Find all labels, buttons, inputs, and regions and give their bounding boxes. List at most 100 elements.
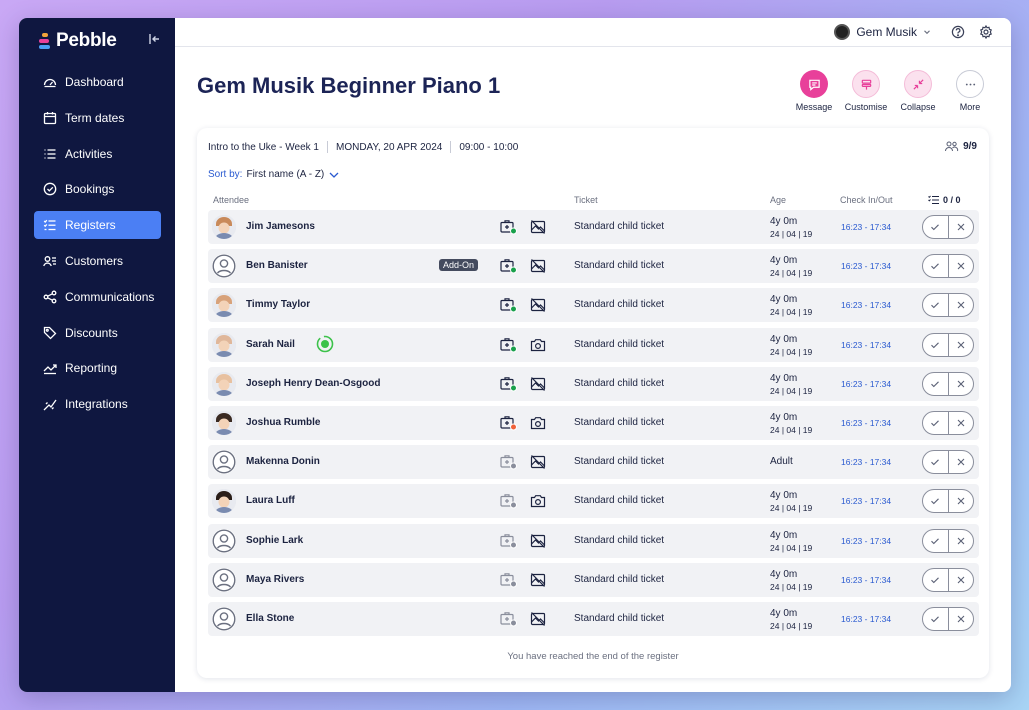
table-row[interactable]: Sophie Lark Standard child ticket 4y 0m 2… <box>208 523 979 558</box>
check-out-button[interactable] <box>949 569 974 591</box>
table-row[interactable]: Maya Rivers Standard child ticket 4y 0m 2… <box>208 562 979 597</box>
sidebar-item-bookings[interactable]: Bookings <box>34 175 161 203</box>
medical-icon[interactable] <box>500 219 518 235</box>
check-in-out-time[interactable]: 16:23 - 17:34 <box>841 261 891 271</box>
check-out-button[interactable] <box>949 334 974 356</box>
camera-icon[interactable] <box>530 337 546 353</box>
no-photo-icon[interactable] <box>530 376 546 392</box>
logo[interactable]: Pebble <box>39 30 117 52</box>
no-photo-icon[interactable] <box>530 454 546 470</box>
table-row[interactable]: Timmy Taylor Standard child ticket 4y 0m… <box>208 288 979 323</box>
check-in-out-time[interactable]: 16:23 - 17:34 <box>841 614 891 624</box>
check-out-button[interactable] <box>949 412 974 434</box>
no-photo-icon[interactable] <box>530 297 546 313</box>
sidebar-item-communications[interactable]: Communications <box>34 283 161 311</box>
sidebar-item-discounts[interactable]: Discounts <box>34 319 161 347</box>
sidebar-item-registers[interactable]: Registers <box>34 211 161 240</box>
table-row[interactable]: Makenna Donin Standard child ticket Adul… <box>208 445 979 480</box>
collapse-sidebar-icon[interactable] <box>148 32 162 46</box>
collapse-button[interactable]: Collapse <box>895 70 941 112</box>
check-in-button[interactable] <box>923 529 949 552</box>
medical-icon[interactable] <box>500 376 518 392</box>
sidebar-item-term-dates[interactable]: Term dates <box>34 104 161 132</box>
table-row[interactable]: Jim Jamesons Standard child ticket 4y 0m… <box>208 210 979 244</box>
check-out-button[interactable] <box>949 530 974 552</box>
avatar[interactable] <box>212 332 236 357</box>
avatar-placeholder[interactable] <box>212 450 236 475</box>
check-in-button[interactable] <box>923 411 949 434</box>
check-out-button[interactable] <box>949 608 974 630</box>
avatar-placeholder[interactable] <box>212 254 236 279</box>
check-in-button[interactable] <box>923 451 949 474</box>
check-in-out-time[interactable]: 16:23 - 17:34 <box>841 536 891 546</box>
avatar[interactable] <box>212 371 236 396</box>
sidebar-item-reporting[interactable]: Reporting <box>34 354 161 382</box>
attendee-name[interactable]: Makenna Donin <box>246 456 320 467</box>
medical-icon[interactable] <box>500 454 518 470</box>
medical-icon[interactable] <box>500 258 518 274</box>
avatar-placeholder[interactable] <box>212 567 236 592</box>
check-in-out-time[interactable]: 16:23 - 17:34 <box>841 300 891 310</box>
no-photo-icon[interactable] <box>530 572 546 588</box>
attendee-name[interactable]: Joseph Henry Dean-Osgood <box>246 378 380 389</box>
camera-icon[interactable] <box>530 415 546 431</box>
medical-icon[interactable] <box>500 415 518 431</box>
avatar-placeholder[interactable] <box>212 606 236 631</box>
avatar[interactable] <box>212 489 236 514</box>
attendee-name[interactable]: Sophie Lark <box>246 535 303 546</box>
medical-icon[interactable] <box>500 337 518 353</box>
no-photo-icon[interactable] <box>530 258 546 274</box>
attendee-name[interactable]: Jim Jamesons <box>246 221 315 232</box>
attendee-name[interactable]: Ben Banister <box>246 260 308 271</box>
check-in-button[interactable] <box>923 607 949 630</box>
table-row[interactable]: Ella Stone Standard child ticket 4y 0m 24… <box>208 601 979 636</box>
check-out-button[interactable] <box>949 294 974 316</box>
no-photo-icon[interactable] <box>530 219 546 235</box>
check-out-button[interactable] <box>949 451 974 473</box>
check-in-button[interactable] <box>923 490 949 513</box>
check-in-out-time[interactable]: 16:23 - 17:34 <box>841 379 891 389</box>
check-out-button[interactable] <box>949 255 974 277</box>
sidebar-item-integrations[interactable]: Integrations <box>34 390 161 418</box>
check-out-button[interactable] <box>949 216 974 238</box>
check-in-out-time[interactable]: 16:23 - 17:34 <box>841 340 891 350</box>
check-in-button[interactable] <box>923 372 949 395</box>
attendee-name[interactable]: Maya Rivers <box>246 574 304 585</box>
check-out-button[interactable] <box>949 490 974 512</box>
avatar[interactable] <box>212 410 236 435</box>
check-in-button[interactable] <box>923 216 949 238</box>
check-in-out-time[interactable]: 16:23 - 17:34 <box>841 496 891 506</box>
user-menu[interactable]: Gem Musik <box>834 24 931 40</box>
check-in-out-time[interactable]: 16:23 - 17:34 <box>841 418 891 428</box>
message-button[interactable]: Message <box>791 70 837 112</box>
check-in-out-time[interactable]: 16:23 - 17:34 <box>841 575 891 585</box>
no-photo-icon[interactable] <box>530 533 546 549</box>
attendee-name[interactable]: Laura Luff <box>246 495 295 506</box>
check-in-out-time[interactable]: 16:23 - 17:34 <box>841 457 891 467</box>
medical-icon[interactable] <box>500 297 518 313</box>
attendee-name[interactable]: Sarah Nail <box>246 339 295 350</box>
avatar-placeholder[interactable] <box>212 528 236 553</box>
gear-icon[interactable] <box>979 25 993 39</box>
medical-icon[interactable] <box>500 533 518 549</box>
sidebar-item-dashboard[interactable]: Dashboard <box>34 68 161 96</box>
medical-icon[interactable] <box>500 572 518 588</box>
attendee-name[interactable]: Ella Stone <box>246 613 294 624</box>
check-in-button[interactable] <box>923 333 949 356</box>
sort-dropdown[interactable]: Sort by: First name (A - Z) <box>208 169 340 180</box>
table-row[interactable]: Ben Banister Add-On Standard child ticke… <box>208 249 979 284</box>
sidebar-item-customers[interactable]: Customers <box>34 247 161 275</box>
avatar[interactable] <box>212 293 236 318</box>
check-in-button[interactable] <box>923 255 949 278</box>
table-row[interactable]: Joseph Henry Dean-Osgood Standard child … <box>208 366 979 401</box>
table-row[interactable]: Joshua Rumble Standard child ticket 4y 0… <box>208 405 979 440</box>
help-icon[interactable] <box>951 25 965 39</box>
table-row[interactable]: Laura Luff Standard child ticket 4y 0m 24… <box>208 484 979 519</box>
customise-button[interactable]: Customise <box>843 70 889 112</box>
no-photo-icon[interactable] <box>530 611 546 627</box>
check-out-button[interactable] <box>949 373 974 395</box>
attendee-name[interactable]: Joshua Rumble <box>246 417 320 428</box>
attendee-name[interactable]: Timmy Taylor <box>246 299 310 310</box>
check-in-button[interactable] <box>923 568 949 591</box>
camera-icon[interactable] <box>530 493 546 509</box>
